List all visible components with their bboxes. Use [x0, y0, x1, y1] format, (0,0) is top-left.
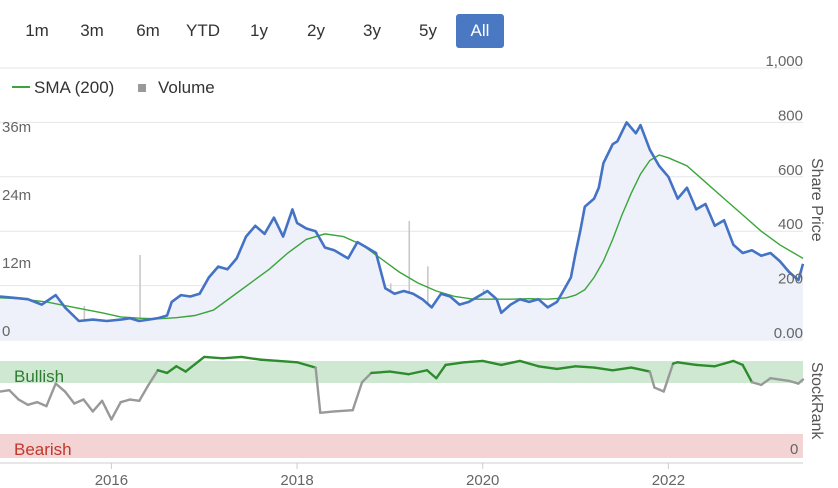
volume-tick-label: 24m [2, 187, 31, 204]
price-tick-label: 800 [778, 107, 803, 124]
x-tick-label: 2022 [652, 472, 685, 488]
stockrank-segment [91, 399, 104, 413]
stockrank-segment [73, 398, 85, 405]
stockrank-segment [35, 400, 48, 408]
stockrank-axis-label: StockRank [808, 362, 825, 440]
stockrank-segment [138, 383, 150, 403]
legend: SMA (200) Volume [12, 78, 215, 97]
stockrank-tick-0: 0 [790, 441, 798, 458]
volume-tick-label: 0 [2, 323, 10, 340]
stockrank-segment [240, 355, 262, 361]
stockrank-segment [769, 377, 781, 381]
bearish-band [0, 434, 803, 458]
stockrank-segment [351, 381, 364, 412]
stockrank-segment [63, 390, 76, 405]
x-tick-label: 2016 [95, 472, 128, 488]
stockrank-segment [26, 400, 39, 407]
stockrank-segment [17, 398, 30, 407]
stockrank-segment [574, 365, 596, 369]
stockrank-segment [100, 399, 113, 421]
price-tick-label: 200 [778, 271, 803, 288]
stockrank-segment [82, 398, 95, 413]
volume-tick-label: 36m [2, 119, 31, 136]
stockrank-segment [110, 400, 122, 421]
stockrank-segment [8, 389, 20, 401]
price-tick-label: 1,000 [765, 53, 803, 70]
price-tick-label: 0.00 [774, 325, 803, 342]
stockrank-segment [119, 398, 132, 404]
stockrank-segment [778, 378, 791, 383]
stockrank-segment [370, 370, 392, 375]
x-axis-ticks: 2016 2018 2020 2022 [95, 463, 685, 488]
stockrank-segment [319, 410, 336, 414]
stockrank-segment [203, 355, 224, 360]
bullish-band [0, 361, 803, 383]
stockrank-segment [695, 363, 717, 368]
stockrank-segment [258, 358, 280, 363]
x-tick-label: 2018 [280, 472, 313, 488]
stockrank-segment [45, 382, 57, 408]
price-tick-label: 400 [778, 216, 803, 233]
price-axis-label: Share Price [808, 158, 825, 242]
price-tick-label: 600 [778, 162, 803, 179]
bearish-label: Bearish [14, 440, 72, 459]
chart-canvas: SMA (200) Volume 1,000 800 600 400 200 0.00 3… [0, 53, 825, 488]
stockrank-segment [221, 355, 243, 360]
x-tick-label: 2020 [466, 472, 499, 488]
stockrank-segment [0, 389, 11, 393]
legend-sma-label[interactable]: SMA (200) [34, 78, 114, 97]
stockrank-segment [332, 408, 354, 413]
stockrank-segment [277, 359, 299, 364]
stockrank-segment [462, 359, 484, 364]
legend-volume-swatch [138, 84, 146, 92]
stockrank-segment [128, 398, 141, 403]
stockrank-segment [653, 386, 665, 393]
legend-volume-label[interactable]: Volume [158, 78, 215, 97]
volume-tick-label: 12m [2, 255, 31, 272]
